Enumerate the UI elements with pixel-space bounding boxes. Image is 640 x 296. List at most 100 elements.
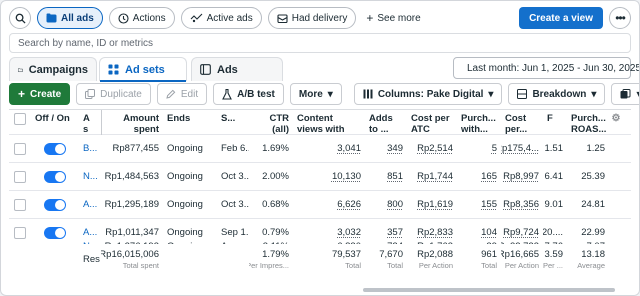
row-toggle-cell[interactable] xyxy=(31,191,79,218)
reports-dropdown[interactable]: ▾ xyxy=(611,83,639,105)
see-more-filters[interactable]: + See more xyxy=(362,7,424,29)
row-select-cell[interactable] xyxy=(9,135,31,162)
delivery-toggle[interactable] xyxy=(44,170,66,183)
ad-set-name[interactable]: A... xyxy=(79,191,101,218)
cost-per-atc: Rp1,744 xyxy=(407,163,457,190)
cost-per-purchase-value[interactable]: Rp175,4... xyxy=(501,143,539,154)
search-input[interactable] xyxy=(18,37,622,49)
purchase-roas: 25.39 xyxy=(581,171,605,182)
ad-sets-table: Off / On A s Amount spent Ends S... CTR … xyxy=(9,109,631,293)
row-toggle-cell[interactable] xyxy=(31,135,79,162)
column-settings[interactable]: ⚙ xyxy=(609,110,623,134)
ad-set-name[interactable]: B... xyxy=(79,135,101,162)
header-cost-per-atc[interactable]: Cost per ATC xyxy=(407,110,457,134)
row-select-cell[interactable] xyxy=(9,163,31,190)
header-amount-spent[interactable]: Amount spent xyxy=(101,110,163,134)
content-views-value[interactable]: 3,041 xyxy=(337,143,361,154)
chevron-down-icon: ▾ xyxy=(488,88,494,100)
cost-per-atc-value[interactable]: Rp1,744 xyxy=(417,171,453,182)
row-checkbox[interactable] xyxy=(14,198,26,211)
table-row[interactable]: B... Rp877,455 Ongoing Feb 6... 1.69% 3,… xyxy=(9,135,631,163)
header-ad-set-name[interactable]: A s xyxy=(79,110,101,134)
purchases-value[interactable]: 155 xyxy=(481,199,497,210)
cost-per-purchase: Rp175,4... xyxy=(501,135,543,162)
amount-spent: Rp1,484,563 xyxy=(104,171,159,182)
header-purchases[interactable]: Purch... with... xyxy=(457,110,501,134)
ab-test-button[interactable]: A/B test xyxy=(213,83,284,105)
search-field[interactable] xyxy=(9,33,631,53)
header-purchase-roas[interactable]: Purch... ROAS... xyxy=(567,110,609,134)
delivery-toggle[interactable] xyxy=(44,142,66,155)
adds-to-cart-value[interactable]: 800 xyxy=(387,199,403,210)
summary-purchases: 961 Total xyxy=(457,244,501,274)
summary-ctr-caption: Per Impres... xyxy=(249,260,289,270)
delivery-toggle[interactable] xyxy=(44,226,66,239)
columns-dropdown[interactable]: Columns: Pake Digital ▾ xyxy=(353,83,503,105)
content-views-value[interactable]: 10,130 xyxy=(332,171,361,182)
search-toggle-button[interactable] xyxy=(9,7,31,29)
header-adds-to-cart[interactable]: Adds to ... xyxy=(365,110,407,134)
horizontal-scrollbar[interactable] xyxy=(363,288,615,292)
cost-per-atc-value[interactable]: Rp2,514 xyxy=(417,143,453,154)
adds-to-cart-value[interactable]: 851 xyxy=(387,171,403,182)
ctr: 2.00% xyxy=(262,171,289,182)
filter-had-delivery[interactable]: Had delivery xyxy=(267,7,357,29)
header-ends[interactable]: Ends xyxy=(163,110,217,134)
more-options-button[interactable]: ••• xyxy=(609,7,631,29)
purchases-value[interactable]: 165 xyxy=(481,171,497,182)
more-dropdown[interactable]: More ▾ xyxy=(289,83,342,105)
delivery-toggle[interactable] xyxy=(44,198,66,211)
filter-had-delivery-label: Had delivery xyxy=(291,12,348,24)
table-row[interactable]: A... Rp1,295,189 Ongoing Oct 3... 0.68% … xyxy=(9,191,631,219)
see-more-label: See more xyxy=(377,12,421,24)
edit-button[interactable]: Edit xyxy=(156,83,208,105)
date-range-picker[interactable]: Last month: Jun 1, 2025 - Jun 30, 2025 ▾ xyxy=(453,57,639,79)
cost-per-purchase-value[interactable]: Rp8,997 xyxy=(503,171,539,182)
header-schedule[interactable]: S... xyxy=(217,110,249,134)
header-frequency[interactable]: F xyxy=(543,110,567,134)
create-view-button[interactable]: Create a view xyxy=(519,7,603,29)
ad-set-name[interactable]: N... xyxy=(79,163,101,190)
cost-per-purchase-value[interactable]: Rp9,724 xyxy=(503,227,539,238)
row-checkbox[interactable] xyxy=(14,170,26,183)
content-views-value[interactable]: 3,032 xyxy=(337,227,361,238)
cost-per-atc-value[interactable]: Rp2,833 xyxy=(417,227,453,238)
tab-ad-sets-label: Ad sets xyxy=(125,63,165,76)
header-off-on[interactable]: Off / On xyxy=(31,110,79,134)
row-select-cell[interactable] xyxy=(9,191,31,218)
cost-per-purchase-value[interactable]: Rp8,356 xyxy=(503,199,539,210)
filter-actions[interactable]: Actions xyxy=(108,7,175,29)
row-toggle-cell[interactable] xyxy=(31,163,79,190)
tab-campaigns[interactable]: Campaigns xyxy=(9,57,97,81)
adds-to-cart-value[interactable]: 357 xyxy=(387,227,403,238)
actions-icon xyxy=(118,12,129,24)
cost-per-atc-value[interactable]: Rp1,619 xyxy=(417,199,453,210)
summary-cv-caption: Total xyxy=(345,260,361,270)
row-checkbox[interactable] xyxy=(14,142,26,155)
filter-all-ads[interactable]: All ads xyxy=(37,7,103,29)
breakdown-dropdown[interactable]: Breakdown ▾ xyxy=(508,83,606,105)
duplicate-button[interactable]: Duplicate xyxy=(76,83,151,105)
tab-ad-sets[interactable]: Ad sets xyxy=(99,57,187,82)
adds-to-cart-value[interactable]: 349 xyxy=(387,143,403,154)
content-views-value[interactable]: 6,626 xyxy=(337,199,361,210)
summary-ctr-value: 1.79% xyxy=(262,248,289,260)
create-button[interactable]: + Create xyxy=(9,83,71,105)
row-checkbox[interactable] xyxy=(14,226,26,239)
purchases-value[interactable]: 5 xyxy=(492,143,497,154)
select-all-cell[interactable] xyxy=(9,110,31,134)
more-label: More xyxy=(298,88,323,100)
purchases-value[interactable]: 104 xyxy=(481,227,497,238)
tab-ads[interactable]: Ads xyxy=(191,57,283,81)
table-row[interactable]: N... Rp1,484,563 Ongoing Oct 3... 2.00% … xyxy=(9,163,631,191)
cost-per-purchase: Rp8,997 xyxy=(501,163,543,190)
header-ctr[interactable]: CTR (all) xyxy=(249,110,293,134)
columns-label: Columns: Pake Digital xyxy=(377,88,484,100)
header-content-views[interactable]: Content views with shared... xyxy=(293,110,365,134)
summary-adds-to-cart: 7,670 Total xyxy=(365,244,407,274)
purchases: 5 xyxy=(457,135,501,162)
filter-active-ads[interactable]: Active ads xyxy=(180,7,262,29)
select-all-checkbox[interactable] xyxy=(14,113,26,125)
ellipsis-icon: ••• xyxy=(615,11,626,25)
header-cost-per-purchase[interactable]: Cost per... xyxy=(501,110,543,134)
